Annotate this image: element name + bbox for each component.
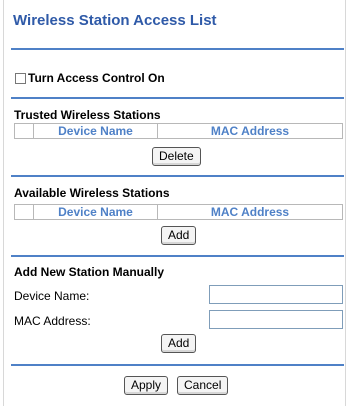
trusted-mac-column: MAC Address — [157, 123, 343, 139]
trusted-device-column: Device Name — [33, 123, 158, 139]
mac-address-label: MAC Address: — [14, 314, 91, 328]
section-divider-3 — [11, 255, 344, 257]
available-device-column: Device Name — [33, 204, 158, 220]
section-divider-4 — [11, 364, 344, 366]
available-select-column — [14, 204, 34, 220]
access-control-checkbox[interactable] — [15, 72, 26, 84]
delete-button[interactable]: Delete — [152, 147, 201, 166]
trusted-select-column — [14, 123, 34, 139]
section-divider-1 — [11, 97, 344, 99]
trusted-heading: Trusted Wireless Stations — [14, 108, 161, 122]
add-manual-button[interactable]: Add — [161, 334, 197, 353]
trusted-table: Device Name MAC Address — [14, 123, 343, 139]
mac-address-field[interactable] — [209, 310, 343, 329]
page-title: Wireless Station Access List — [13, 12, 217, 29]
access-control-label: Turn Access Control On — [28, 71, 165, 85]
available-heading: Available Wireless Stations — [14, 186, 170, 200]
available-table-header: Device Name MAC Address — [14, 204, 343, 220]
trusted-table-header: Device Name MAC Address — [14, 123, 343, 139]
section-divider-2 — [11, 175, 344, 177]
manual-heading: Add New Station Manually — [14, 265, 165, 279]
device-name-label: Device Name: — [14, 289, 90, 303]
access-control-row: Turn Access Control On — [15, 71, 165, 85]
add-available-button[interactable]: Add — [161, 226, 197, 245]
available-table: Device Name MAC Address — [14, 204, 343, 220]
available-mac-column: MAC Address — [157, 204, 343, 220]
device-name-field[interactable] — [209, 285, 343, 304]
title-divider — [11, 48, 344, 50]
cancel-button[interactable]: Cancel — [177, 376, 229, 395]
apply-button[interactable]: Apply — [124, 376, 169, 395]
